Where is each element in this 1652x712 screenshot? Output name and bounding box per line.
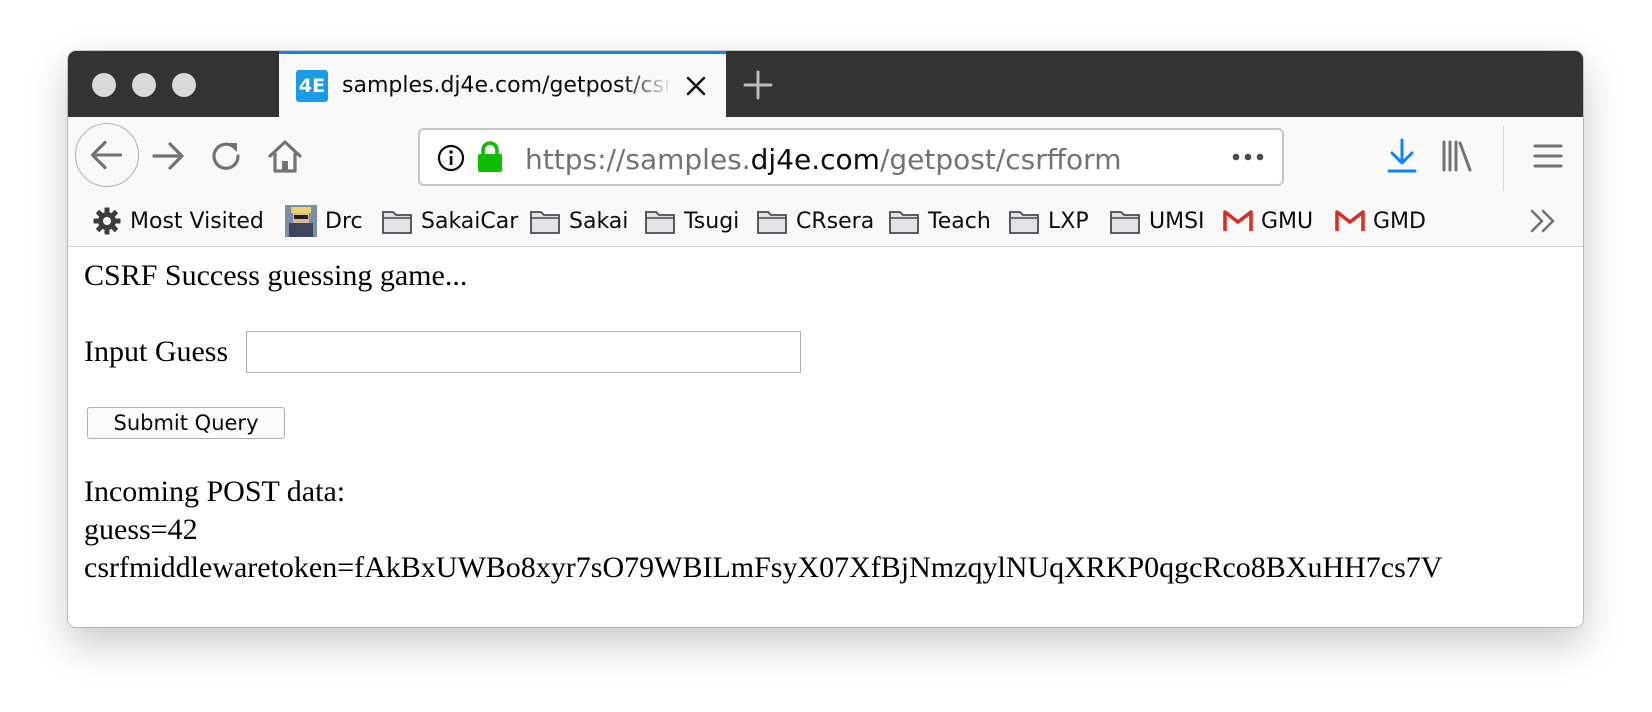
avatar-icon (285, 205, 317, 237)
close-icon[interactable] (682, 72, 710, 100)
bookmark-label: Drc (325, 208, 363, 234)
bookmark-label: UMSI (1149, 208, 1205, 234)
url-domain: dj4e.com (750, 143, 880, 176)
download-icon[interactable] (1383, 137, 1421, 175)
bookmark-label: Teach (928, 208, 991, 234)
bookmark-label: CRsera (796, 208, 875, 234)
forward-arrow-icon[interactable] (149, 137, 187, 175)
post-data-title: Incoming POST data: (84, 475, 346, 508)
back-button[interactable] (75, 123, 139, 187)
browser-window: 4E samples.dj4e.com/getpost/csrfform (68, 51, 1583, 627)
toolbar-divider (1503, 125, 1504, 191)
tab-title: samples.dj4e.com/getpost/csrfform (342, 73, 672, 98)
page-heading: CSRF Success guessing game... (84, 259, 468, 292)
site-favicon-icon: 4E (296, 70, 328, 102)
new-tab-plus-icon[interactable] (740, 67, 776, 103)
url-text[interactable]: https://samples.dj4e.com/getpost/csrffor… (525, 143, 1121, 176)
folder-icon (645, 211, 675, 234)
library-icon[interactable] (1438, 137, 1476, 175)
bookmark-folder-crsera[interactable]: CRsera (756, 205, 874, 237)
bookmark-label: LXP (1048, 208, 1089, 234)
bookmark-label: Most Visited (130, 208, 264, 234)
bookmark-folder-sakai[interactable]: Sakai (529, 205, 628, 237)
bookmark-label: Sakai (569, 208, 629, 234)
bookmark-folder-sakaicar[interactable]: SakaiCar (381, 205, 518, 237)
folder-icon (757, 211, 787, 234)
back-arrow-icon (90, 140, 123, 170)
guess-input[interactable] (246, 331, 801, 373)
folder-icon (1009, 211, 1039, 234)
url-path: /getpost/csrfform (879, 143, 1122, 176)
folder-icon (530, 211, 560, 234)
post-data-output: Incoming POST data: guess=42 csrfmiddlew… (84, 473, 1442, 587)
bookmark-folder-lxp[interactable]: LXP (1008, 205, 1089, 237)
bookmark-gmu[interactable]: GMU (1223, 205, 1313, 237)
bookmark-folder-tsugi[interactable]: Tsugi (644, 205, 739, 237)
lock-icon (478, 141, 502, 172)
bookmark-gmd[interactable]: GMD (1335, 205, 1426, 237)
address-bar[interactable]: https://samples.dj4e.com/getpost/csrffor… (418, 128, 1284, 186)
bookmark-label: Tsugi (684, 208, 740, 234)
bookmark-label: GMD (1373, 208, 1426, 234)
bookmark-folder-umsi[interactable]: UMSI (1109, 205, 1205, 237)
tab-active[interactable]: 4E samples.dj4e.com/getpost/csrfform (279, 51, 726, 117)
page-content: CSRF Success guessing game... Input Gues… (68, 247, 1583, 627)
bookmark-most-visited[interactable]: Most Visited (92, 205, 264, 237)
close-window-button[interactable] (92, 73, 116, 97)
bookmarks-toolbar: Most Visited Drc SakaiCar Sakai Tsugi CR… (68, 195, 1583, 247)
zoom-window-button[interactable] (172, 73, 196, 97)
gmail-icon (1223, 210, 1253, 231)
hamburger-menu-icon[interactable] (1529, 137, 1567, 175)
bookmark-drc[interactable]: Drc (285, 205, 363, 237)
gmail-icon (1335, 210, 1365, 231)
minimize-window-button[interactable] (132, 73, 156, 97)
bookmark-label: GMU (1261, 208, 1314, 234)
submit-query-button[interactable]: Submit Query (87, 407, 285, 439)
bookmarks-overflow-chevron-icon[interactable] (1528, 208, 1558, 234)
gear-icon (93, 207, 121, 235)
bookmark-folder-teach[interactable]: Teach (888, 205, 991, 237)
post-data-line-guess: guess=42 (84, 513, 198, 546)
url-prefix: https://samples. (525, 143, 751, 176)
guess-label: Input Guess (84, 335, 229, 368)
folder-icon (889, 211, 919, 234)
bookmark-label: SakaiCar (421, 208, 519, 234)
reload-icon[interactable] (207, 137, 245, 175)
tab-bar: 4E samples.dj4e.com/getpost/csrfform (68, 51, 1583, 117)
folder-icon (382, 211, 412, 234)
folder-icon (1110, 211, 1140, 234)
home-icon[interactable] (266, 137, 304, 175)
info-icon[interactable] (436, 143, 466, 173)
navigation-toolbar: https://samples.dj4e.com/getpost/csrffor… (68, 117, 1583, 195)
page-actions-ellipsis-icon[interactable] (1230, 150, 1266, 164)
post-data-line-token: csrfmiddlewaretoken=fAkBxUWBo8xyr7sO79WB… (84, 551, 1443, 584)
